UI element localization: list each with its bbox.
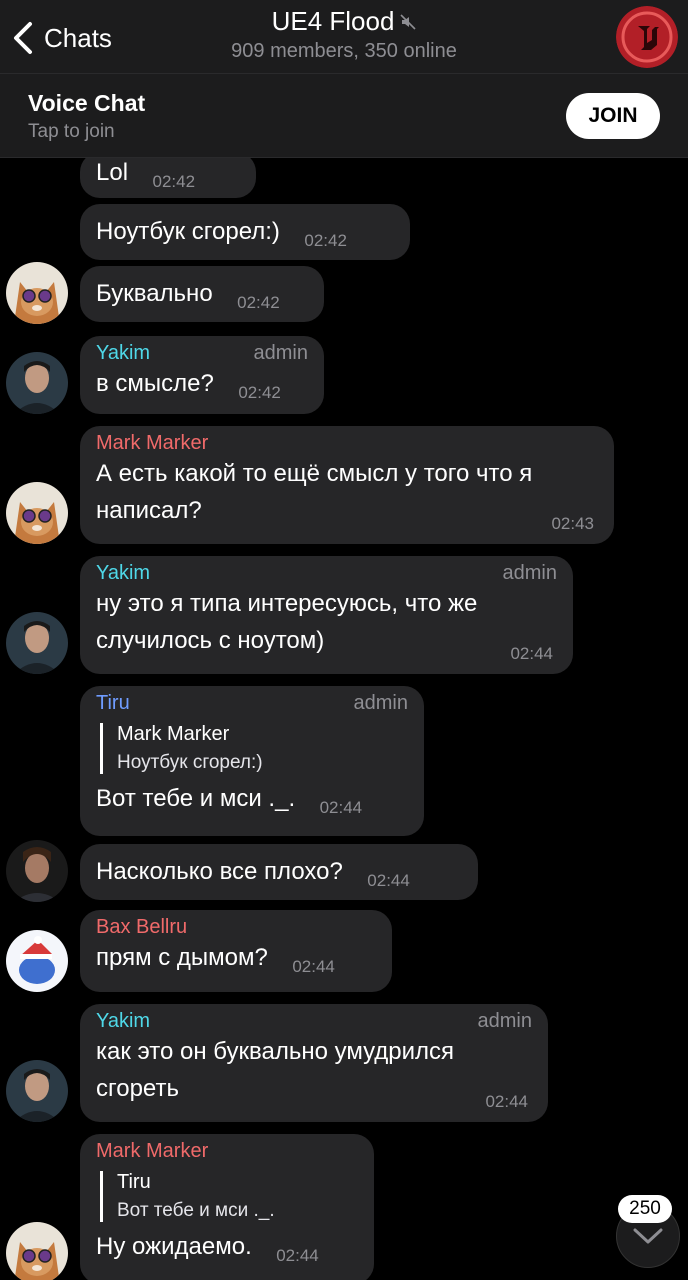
avatar[interactable] xyxy=(6,930,68,992)
sender-role: admin xyxy=(502,562,557,584)
join-button[interactable]: JOIN xyxy=(566,93,660,139)
sender-role: admin xyxy=(477,1010,532,1032)
message-text: Ну ожидаемо. xyxy=(96,1233,252,1260)
cat-avatar-icon xyxy=(6,1222,68,1280)
message-bubble[interactable]: Bax Bellru прям с дымом? 02:44 xyxy=(80,910,392,992)
message-time: 02:42 xyxy=(238,383,281,402)
message-text: Насколько все плохо? xyxy=(96,858,343,885)
message-time: 02:42 xyxy=(152,172,196,191)
message-text: А есть какой то ещё смысл у того что я н… xyxy=(96,460,533,524)
mute-icon xyxy=(400,6,416,37)
avatar[interactable] xyxy=(6,1060,68,1122)
voice-chat-subtitle: Tap to join xyxy=(28,121,115,142)
chat-title-area[interactable]: UE4 Flood 909 members, 350 online xyxy=(0,6,688,63)
message-text: Ноутбук сгорел:) xyxy=(96,218,280,245)
man-avatar-icon xyxy=(6,1060,68,1122)
man-avatar-icon xyxy=(6,352,68,414)
man-avatar-icon xyxy=(6,612,68,674)
message-bubble[interactable]: Буквально 02:42 xyxy=(80,266,324,322)
quote-text: Ноутбук сгорел:) xyxy=(117,752,263,773)
unreal-logo-icon xyxy=(616,6,678,68)
sender-name[interactable]: Tiru xyxy=(96,692,130,715)
sender-role: admin xyxy=(353,692,408,714)
message-time: 02:44 xyxy=(510,644,553,663)
channel-avatar[interactable] xyxy=(616,6,678,68)
sender-name[interactable]: Yakim xyxy=(96,562,150,585)
reply-quote[interactable]: Mark Marker Ноутбук сгорел:) xyxy=(100,723,408,774)
avatar[interactable] xyxy=(6,262,68,324)
avatar[interactable] xyxy=(6,1222,68,1280)
message-bubble[interactable]: Ноутбук сгорел:) 02:42 xyxy=(80,204,410,260)
quote-text: Вот тебе и мси ._. xyxy=(117,1200,275,1221)
message-bubble[interactable]: Yakim admin ну это я типа интересуюсь, ч… xyxy=(80,556,573,674)
message-text: как это он буквально умудрился сгореть xyxy=(96,1038,455,1102)
sender-name[interactable]: Yakim xyxy=(96,342,150,365)
message-bubble[interactable]: Насколько все плохо? 02:44 xyxy=(80,844,478,900)
reply-quote[interactable]: Tiru Вот тебе и мси ._. xyxy=(100,1171,358,1222)
message-list[interactable]: Lol 02:42 Ноутбук сгорел:) 02:42 Букваль… xyxy=(0,158,688,1280)
message-bubble[interactable]: Mark Marker А есть какой то ещё смысл у … xyxy=(80,426,614,544)
quote-author: Mark Marker xyxy=(117,723,230,745)
chat-header: Chats UE4 Flood 909 members, 350 online xyxy=(0,0,688,74)
hero-avatar-icon xyxy=(6,840,68,902)
chat-members: 909 members, 350 online xyxy=(231,40,457,62)
message-time: 02:44 xyxy=(367,871,410,890)
sender-name[interactable]: Yakim xyxy=(96,1010,150,1033)
message-text: Буквально xyxy=(96,280,213,307)
message-bubble[interactable]: Mark Marker Tiru Вот тебе и мси ._. Ну о… xyxy=(80,1134,374,1280)
message-text: прям с дымом? xyxy=(96,944,268,971)
quote-author: Tiru xyxy=(117,1171,151,1193)
sender-name[interactable]: Mark Marker xyxy=(96,432,208,455)
message-text: Lol xyxy=(96,159,129,186)
sender-name[interactable]: Bax Bellru xyxy=(96,916,187,939)
avatar[interactable] xyxy=(6,482,68,544)
avatar[interactable] xyxy=(6,840,68,902)
unread-count-badge: 250 xyxy=(618,1195,672,1223)
avatar[interactable] xyxy=(6,612,68,674)
message-time: 02:44 xyxy=(319,798,363,817)
message-text: Вот тебе и мси ._. xyxy=(96,785,296,812)
cat-avatar-icon xyxy=(6,262,68,324)
message-bubble[interactable]: Yakim admin в смысле? 02:42 xyxy=(80,336,324,414)
message-time: 02:43 xyxy=(551,514,594,533)
sender-name[interactable]: Mark Marker xyxy=(96,1140,208,1163)
message-time: 02:44 xyxy=(276,1246,319,1265)
message-time: 02:42 xyxy=(304,231,347,250)
message-time: 02:42 xyxy=(237,293,280,312)
message-bubble[interactable]: Tiru admin Mark Marker Ноутбук сгорел:) … xyxy=(80,686,424,836)
voice-chat-title: Voice Chat xyxy=(28,90,146,116)
santa-avatar-icon xyxy=(6,930,68,992)
avatar[interactable] xyxy=(6,352,68,414)
message-text: ну это я типа интересуюсь, что же случил… xyxy=(96,590,478,654)
chat-title: UE4 Flood xyxy=(271,6,395,36)
sender-role: admin xyxy=(253,342,308,364)
message-time: 02:44 xyxy=(485,1092,528,1111)
message-bubble[interactable]: Yakim admin как это он буквально умудрил… xyxy=(80,1004,548,1122)
message-bubble[interactable]: Lol 02:42 xyxy=(80,158,256,198)
message-text: в смысле? xyxy=(96,370,214,397)
message-time: 02:44 xyxy=(292,957,335,976)
chevron-down-icon xyxy=(633,1228,663,1244)
voice-chat-bar[interactable]: Voice Chat Tap to join JOIN xyxy=(0,74,688,158)
cat-avatar-icon xyxy=(6,482,68,544)
